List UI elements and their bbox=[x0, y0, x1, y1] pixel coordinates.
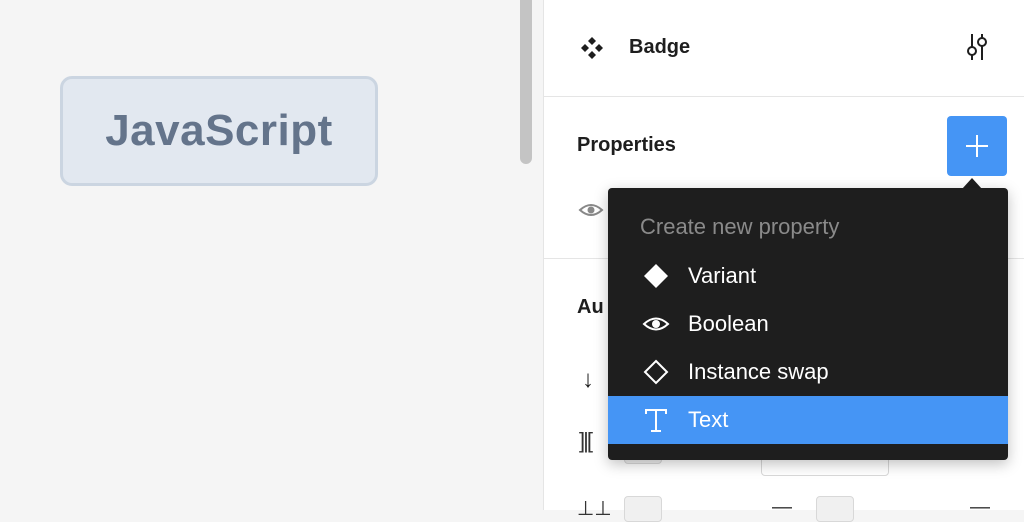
horizontal-gap-icon: — bbox=[772, 496, 792, 518]
badge-label: JavaScript bbox=[105, 106, 333, 155]
menu-item-text[interactable]: Text bbox=[608, 396, 1008, 444]
spacing-icon: ]|[ bbox=[579, 428, 593, 453]
diamond-filled-icon bbox=[640, 260, 672, 292]
menu-item-variant[interactable]: Variant bbox=[608, 252, 1008, 300]
menu-item-boolean[interactable]: Boolean bbox=[608, 300, 1008, 348]
divider bbox=[544, 96, 1024, 97]
canvas-scrollbar[interactable] bbox=[520, 0, 532, 164]
menu-item-label: Variant bbox=[688, 263, 757, 288]
arrow-down-icon[interactable]: ↓ bbox=[582, 366, 594, 394]
menu-item-label: Instance swap bbox=[688, 359, 829, 384]
badge-component-preview[interactable]: JavaScript bbox=[60, 76, 378, 186]
add-property-button[interactable] bbox=[947, 116, 1007, 176]
component-name: Badge bbox=[629, 36, 691, 58]
sliders-icon[interactable] bbox=[963, 32, 991, 62]
menu-item-label: Text bbox=[688, 407, 729, 432]
eye-icon bbox=[640, 308, 672, 340]
auto-layout-title: Au bbox=[577, 296, 604, 318]
gap-field[interactable] bbox=[624, 496, 662, 522]
component-icon bbox=[581, 37, 603, 59]
menu-header: Create new property bbox=[640, 214, 840, 239]
gap-field-2[interactable] bbox=[816, 496, 854, 522]
diamond-outline-icon bbox=[640, 356, 672, 388]
eye-icon[interactable] bbox=[578, 200, 604, 220]
vertical-gap-icon: ⊥⊥ bbox=[577, 498, 612, 520]
canvas[interactable]: JavaScript bbox=[0, 0, 544, 510]
properties-title: Properties bbox=[577, 134, 676, 156]
align-icon: — bbox=[970, 496, 990, 518]
menu-item-instance-swap[interactable]: Instance swap bbox=[608, 348, 1008, 396]
menu-item-label: Boolean bbox=[688, 311, 769, 336]
text-icon bbox=[640, 404, 672, 436]
plus-icon bbox=[966, 135, 988, 157]
create-property-menu: Create new property Variant Boolean Inst… bbox=[608, 188, 1008, 460]
